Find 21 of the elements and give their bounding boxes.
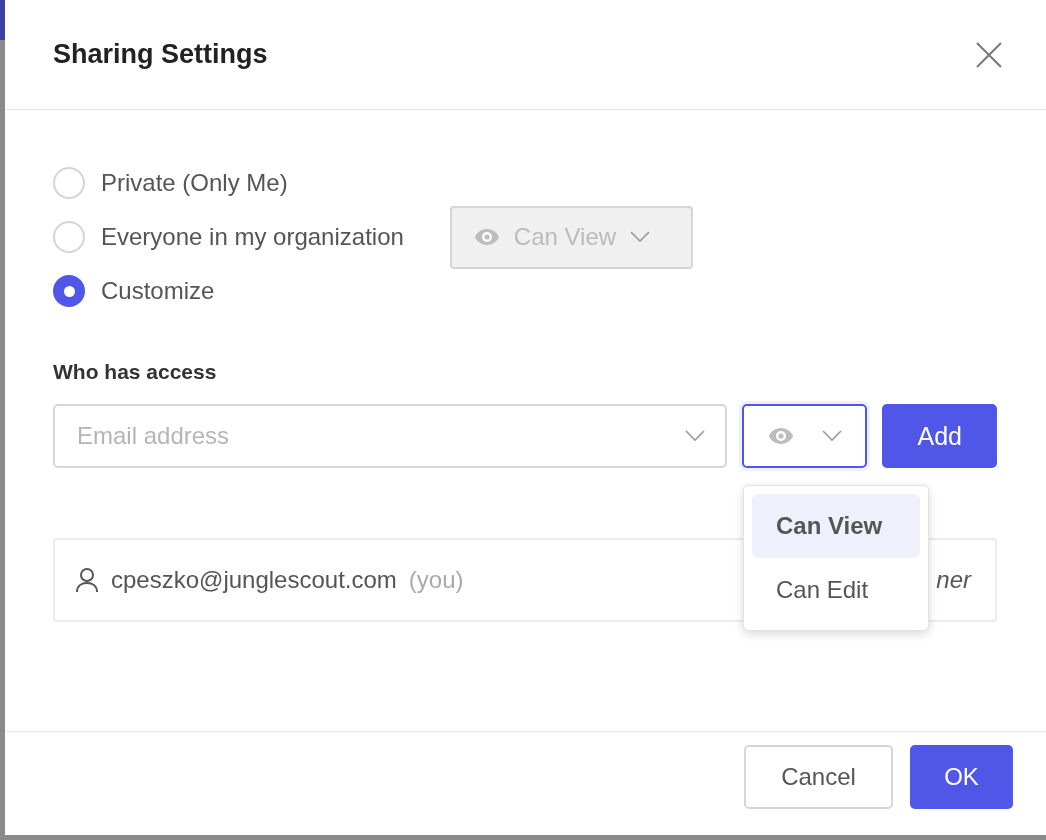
member-role: ner [936, 566, 971, 594]
ok-button[interactable]: OK [910, 744, 1013, 809]
section-label: Who has access [53, 360, 218, 384]
dialog-title: Sharing Settings [53, 39, 268, 70]
radio-option[interactable]: Everyone in my organization [53, 220, 404, 254]
eye-icon [767, 427, 794, 445]
permission-select[interactable] [742, 404, 868, 468]
close-icon [976, 41, 1002, 68]
radio-option[interactable]: Private (Only Me) [53, 166, 404, 200]
chevron-down-icon [630, 231, 651, 243]
menu-option[interactable]: Can View [752, 494, 920, 558]
email-field[interactable]: Email address [53, 404, 727, 468]
user-icon [75, 567, 99, 593]
cancel-button[interactable]: Cancel [744, 744, 893, 809]
radio-option[interactable]: Customize [53, 274, 404, 308]
chevron-down-icon [821, 430, 842, 442]
member-note: (you) [408, 566, 464, 594]
member-email: cpeszko@junglescout.com [111, 566, 397, 594]
add-button[interactable]: Add [882, 404, 997, 468]
chevron-down-icon [685, 430, 705, 442]
eye-icon [473, 228, 500, 246]
